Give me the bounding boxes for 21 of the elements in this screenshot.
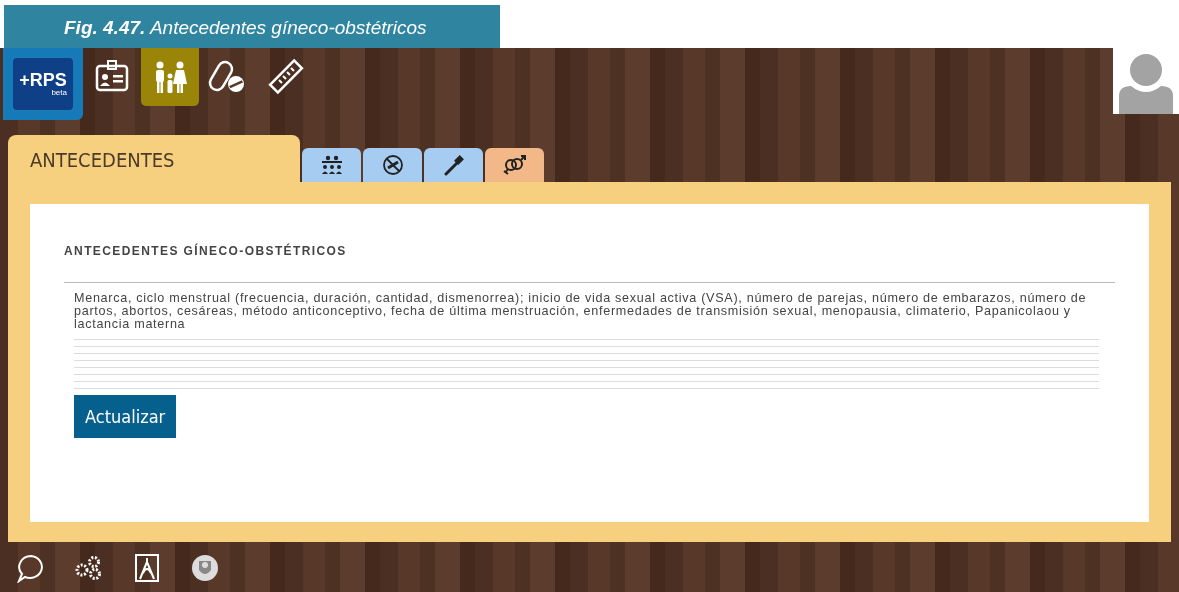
figure-caption: Fig. 4.47. Antecedentes gíneco-obstétricos: [4, 5, 500, 48]
document-icon: [134, 553, 160, 583]
logo-subtext: beta: [51, 89, 67, 97]
no-smoking-icon: [381, 154, 404, 176]
gears-icon: [74, 555, 104, 581]
logo-text: +RPS: [19, 71, 67, 89]
category-tab[interactable]: [485, 148, 544, 182]
app-logo[interactable]: +RPS beta: [3, 48, 83, 120]
category-tab[interactable]: [302, 148, 361, 182]
people-icon: [320, 155, 343, 175]
toothbrush-icon: [442, 154, 465, 176]
section-tab[interactable]: ANTECEDENTES: [8, 135, 300, 182]
category-tab[interactable]: [424, 148, 483, 182]
update-button[interactable]: Actualizar: [74, 395, 177, 438]
text-area[interactable]: Menarca, ciclo menstrual (frecuencia, duración, cantidad, dismenorrea); inicio de vida sexual activa (VSA), número de parejas, número de embarazos, número de partos, abortos, cesáreas, método anticonceptivo, fecha de última menstruación, enfermedades de transmisión sexual, menopausia, climaterio, Papanicolaou y lactancia materna: [64, 282, 1115, 395]
speech-bubble-icon: [16, 553, 46, 583]
category-tab[interactable]: [363, 148, 422, 182]
emblem-icon: [190, 552, 220, 584]
ruler-icon: [267, 58, 305, 96]
section-heading: ANTECEDENTES GÍNECO-OBSTÉTRICOS: [64, 242, 348, 260]
gender-icon: [501, 154, 528, 176]
